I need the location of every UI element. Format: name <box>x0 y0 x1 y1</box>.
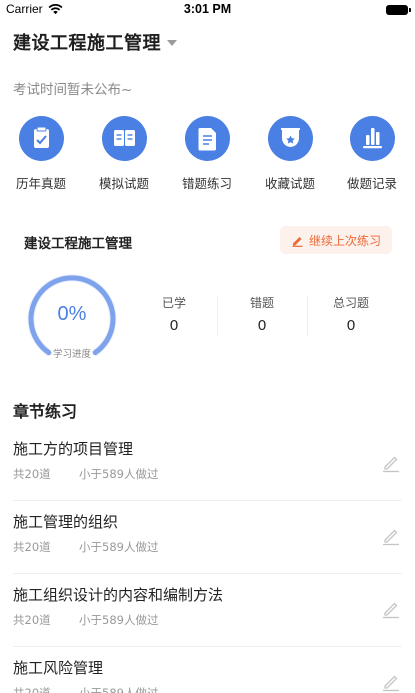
stat-value: 0 <box>257 317 267 334</box>
chapter-count: 共20道 <box>13 686 51 693</box>
status-time: 3:01 PM <box>183 2 232 16</box>
pencil-icon[interactable] <box>380 525 402 547</box>
stat-divider <box>217 296 218 336</box>
chapter-count: 共20道 <box>13 467 51 481</box>
chapter-title: 施工管理的组织 <box>13 513 119 531</box>
menu-past-papers[interactable]: 历年真题 <box>0 116 82 192</box>
chapter-item[interactable]: 施工组织设计的内容和编制方法 共20道 小于589人做过 <box>0 574 415 647</box>
stat-label: 已学 <box>161 296 186 310</box>
continue-practice-label: 继续上次练习 <box>308 233 381 248</box>
stat-divider <box>307 296 308 336</box>
page-title: 建设工程施工管理 <box>13 33 161 54</box>
stat-total: 总习题 0 <box>311 294 391 334</box>
section-title: 章节练习 <box>13 402 78 421</box>
progress-label: 学习进度 <box>52 349 91 360</box>
chapter-item[interactable]: 施工方的项目管理 共20道 小于589人做过 <box>0 428 415 501</box>
chapter-meta: 小于589人做过 <box>79 613 159 627</box>
chapter-item[interactable]: 施工管理的组织 共20道 小于589人做过 <box>0 501 415 574</box>
menu-wrong-questions[interactable]: 错题练习 <box>166 116 248 192</box>
chapter-count: 共20道 <box>13 613 51 627</box>
status-bar: Carrier 3:01 PM <box>0 0 415 22</box>
chapter-count: 共20道 <box>13 540 51 554</box>
exam-time-note: 考试时间暂未公布~ <box>13 82 133 98</box>
pencil-icon[interactable] <box>380 598 402 620</box>
chapter-meta: 小于589人做过 <box>79 686 159 693</box>
battery-icon <box>386 5 411 15</box>
menu-favorites[interactable]: 收藏试题 <box>249 116 331 192</box>
stat-label: 错题 <box>249 296 274 310</box>
open-book-icon <box>101 116 147 161</box>
caret-down-icon <box>167 40 177 46</box>
progress-card-title: 建设工程施工管理 <box>24 236 132 252</box>
progress-value: 0% <box>57 303 87 325</box>
chapter-item[interactable]: 施工风险管理 共20道 小于589人做过 <box>0 647 415 693</box>
quick-menu: 历年真题 模拟试题 错题练习 收藏试题 做题记录 <box>0 116 415 196</box>
chapter-meta: 小于589人做过 <box>79 467 159 481</box>
chapter-title: 施工风险管理 <box>13 659 104 677</box>
menu-label: 模拟试题 <box>98 176 149 191</box>
document-icon <box>184 116 230 161</box>
stat-label: 总习题 <box>332 296 369 310</box>
subject-selector[interactable]: 建设工程施工管理 <box>13 30 177 54</box>
menu-label: 收藏试题 <box>264 176 315 191</box>
menu-label: 错题练习 <box>181 176 232 191</box>
chapter-meta: 小于589人做过 <box>79 540 159 554</box>
pencil-icon[interactable] <box>380 452 402 474</box>
continue-practice-button[interactable]: 继续上次练习 <box>280 226 392 254</box>
chapter-title: 施工组织设计的内容和编制方法 <box>13 586 224 604</box>
pencil-icon[interactable] <box>380 671 402 693</box>
menu-history[interactable]: 做题记录 <box>331 116 413 192</box>
stat-learned: 已学 0 <box>134 294 214 334</box>
menu-mock-exams[interactable]: 模拟试题 <box>83 116 165 192</box>
stat-value: 0 <box>169 317 179 334</box>
bar-chart-icon <box>349 116 395 161</box>
stat-wrong: 错题 0 <box>222 294 302 334</box>
chapter-title: 施工方的项目管理 <box>13 440 134 458</box>
menu-label: 做题记录 <box>346 176 397 191</box>
pencil-icon <box>292 236 303 247</box>
menu-label: 历年真题 <box>15 176 66 191</box>
stat-value: 0 <box>346 317 356 334</box>
clipboard-check-icon <box>18 116 64 161</box>
bookmark-star-icon <box>267 116 313 161</box>
